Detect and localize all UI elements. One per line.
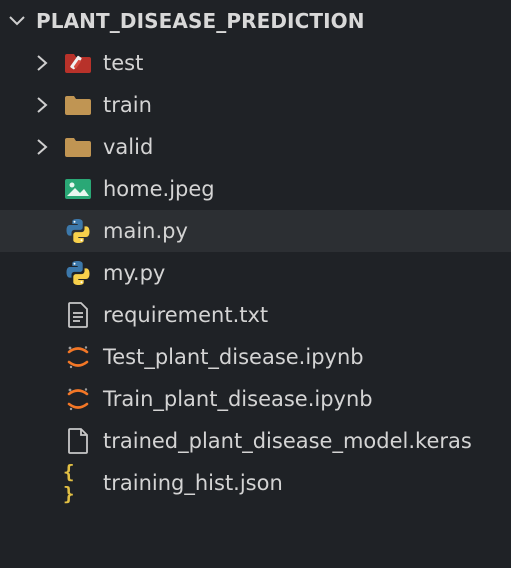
chevron-down-icon[interactable] (6, 10, 28, 32)
tree-item-label: main.py (103, 219, 188, 243)
tree-item-my-py[interactable]: my.py (0, 252, 511, 294)
tree-item-home-jpeg[interactable]: home.jpeg (0, 168, 511, 210)
blank-file-icon (63, 427, 93, 455)
tree-item-train[interactable]: train (0, 84, 511, 126)
tree-item-label: my.py (103, 261, 166, 285)
tree-item-test[interactable]: test (0, 42, 511, 84)
tree-item-label: train (103, 93, 152, 117)
tree-item-label: valid (103, 135, 154, 159)
tree-item-label: Test_plant_disease.ipynb (103, 345, 364, 369)
file-explorer: PLANT_DISEASE_PREDICTION test train vali… (0, 0, 511, 568)
tree-item-training-hist-json[interactable]: { } training_hist.json (0, 461, 511, 505)
chevron-placeholder (31, 220, 53, 242)
chevron-right-icon[interactable] (31, 94, 53, 116)
chevron-right-icon[interactable] (31, 52, 53, 74)
tree-item-valid[interactable]: valid (0, 126, 511, 168)
tree-item-trained-model-keras[interactable]: trained_plant_disease_model.keras (0, 420, 511, 462)
image-file-icon (63, 175, 93, 203)
jupyter-notebook-icon (63, 385, 93, 413)
tree-item-label: training_hist.json (103, 471, 283, 495)
chevron-placeholder (31, 346, 53, 368)
chevron-placeholder (31, 472, 53, 494)
tree-item-test-plant-disease-ipynb[interactable]: Test_plant_disease.ipynb (0, 336, 511, 378)
tree-item-requirement-txt[interactable]: requirement.txt (0, 294, 511, 336)
json-file-icon: { } (63, 461, 76, 505)
tree-item-label: home.jpeg (103, 177, 215, 201)
tree-item-train-plant-disease-ipynb[interactable]: Train_plant_disease.ipynb (0, 378, 511, 420)
explorer-root-title: PLANT_DISEASE_PREDICTION (36, 9, 365, 33)
folder-icon (63, 133, 93, 161)
python-file-icon (63, 259, 93, 287)
tree-item-main-py[interactable]: main.py (0, 210, 511, 252)
chevron-placeholder (31, 430, 53, 452)
chevron-placeholder (31, 262, 53, 284)
chevron-placeholder (31, 178, 53, 200)
jupyter-notebook-icon (63, 343, 93, 371)
chevron-placeholder (31, 388, 53, 410)
python-file-icon (63, 217, 93, 245)
folder-icon (63, 91, 93, 119)
tree-item-label: requirement.txt (103, 303, 269, 327)
tree-item-label: test (103, 51, 144, 75)
tree-item-label: trained_plant_disease_model.keras (103, 429, 472, 453)
chevron-placeholder (31, 304, 53, 326)
text-file-icon (63, 301, 93, 329)
explorer-root-folder[interactable]: PLANT_DISEASE_PREDICTION (0, 0, 511, 42)
tree-item-label: Train_plant_disease.ipynb (103, 387, 373, 411)
test-folder-icon (63, 49, 93, 77)
chevron-right-icon[interactable] (31, 136, 53, 158)
